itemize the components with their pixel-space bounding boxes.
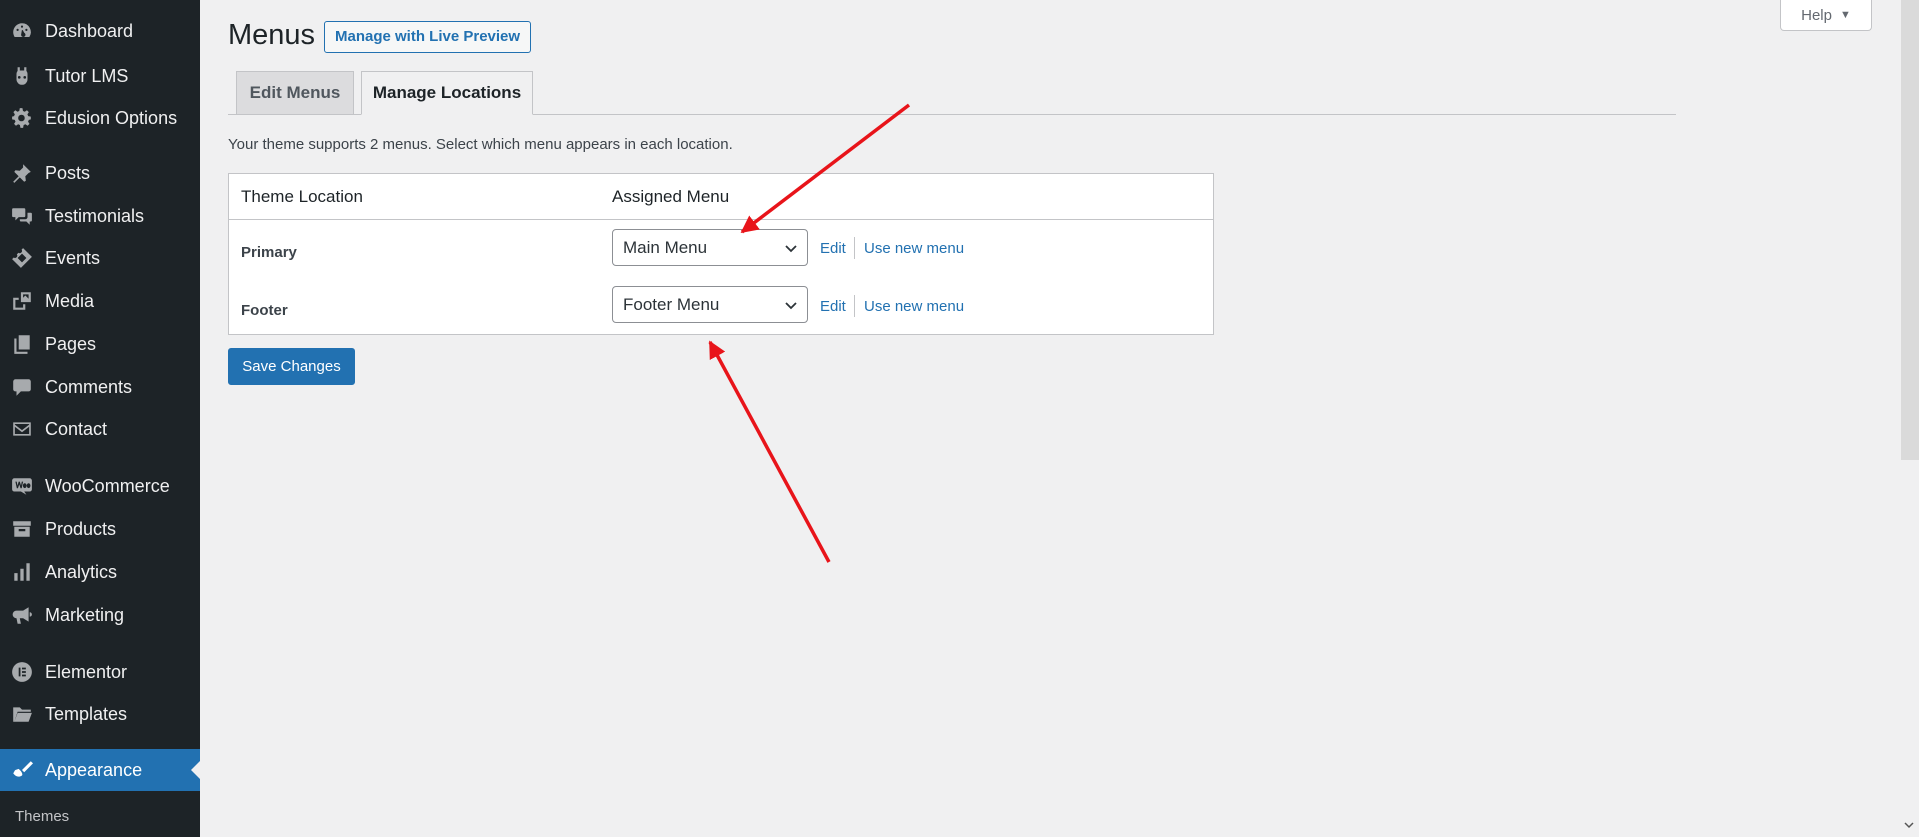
elementor-icon <box>10 660 34 684</box>
sidebar-item-label: Media <box>45 290 95 311</box>
main-content: Menus Manage with Live Preview Help ▼ Ed… <box>200 0 1919 837</box>
footer-menu-select[interactable]: Footer Menu <box>612 286 808 323</box>
intro-text: Your theme supports 2 menus. Select whic… <box>228 136 733 153</box>
media-icon <box>10 289 34 313</box>
page-title: Menus <box>228 19 316 51</box>
sidebar-item-testimonials[interactable]: Testimonials <box>0 195 200 237</box>
megaphone-icon <box>10 603 34 627</box>
sidebar-item-label: Appearance <box>45 759 143 780</box>
selected-value: Footer Menu <box>623 294 720 314</box>
tab-manage-locations[interactable]: Manage Locations <box>361 71 533 115</box>
sidebar-item-label: Templates <box>45 703 128 724</box>
sidebar-item-templates[interactable]: Templates <box>0 693 200 735</box>
help-button[interactable]: Help ▼ <box>1780 0 1872 31</box>
sidebar-item-label: Posts <box>45 162 91 183</box>
bar-chart-icon <box>10 560 34 584</box>
sidebar-item-posts[interactable]: Posts <box>0 152 200 194</box>
brush-icon <box>10 758 34 782</box>
tutor-icon <box>10 64 34 88</box>
sidebar-item-label: Testimonials <box>45 205 145 226</box>
link-separator <box>854 295 855 317</box>
pin-icon <box>10 161 34 185</box>
save-changes-button[interactable]: Save Changes <box>228 348 355 385</box>
dashboard-icon <box>10 19 34 43</box>
help-label: Help <box>1801 6 1832 24</box>
sidebar-item-label: Tutor LMS <box>45 65 129 86</box>
sidebar-item-label: Comments <box>45 376 133 397</box>
chevron-down-icon <box>785 302 797 310</box>
admin-sidebar: Dashboard Tutor LMS Edusion Options Post… <box>0 0 200 837</box>
gear-icon <box>10 106 34 130</box>
woo-icon <box>10 474 34 498</box>
sidebar-item-tutor-lms[interactable]: Tutor LMS <box>0 55 200 97</box>
submenu-item-themes[interactable]: Themes <box>15 808 69 825</box>
sidebar-item-events[interactable]: Events <box>0 237 200 279</box>
sidebar-item-pages[interactable]: Pages <box>0 323 200 365</box>
active-indicator <box>191 761 200 779</box>
sidebar-item-woocommerce[interactable]: WooCommerce <box>0 465 200 507</box>
link-separator <box>854 237 855 259</box>
use-new-menu-footer-link[interactable]: Use new menu <box>864 298 964 315</box>
sidebar-item-label: Contact <box>45 418 108 439</box>
folder-icon <box>10 702 34 726</box>
sidebar-item-label: WooCommerce <box>45 475 170 496</box>
pages-icon <box>10 332 34 356</box>
selected-value: Main Menu <box>623 237 708 257</box>
vertical-scrollbar[interactable] <box>1899 0 1919 837</box>
archive-icon <box>10 517 34 541</box>
column-header-assigned-menu: Assigned Menu <box>612 187 730 206</box>
location-label-footer: Footer <box>241 302 288 319</box>
sidebar-item-elementor[interactable]: Elementor <box>0 651 200 693</box>
edit-footer-menu-link[interactable]: Edit <box>820 298 846 315</box>
mail-icon <box>10 417 34 441</box>
scroll-down-arrow-icon[interactable] <box>1902 818 1916 832</box>
table-header: Theme Location Assigned Menu <box>229 174 1213 220</box>
sidebar-item-label: Analytics <box>45 561 118 582</box>
sidebar-item-label: Products <box>45 518 117 539</box>
manage-live-preview-button[interactable]: Manage with Live Preview <box>324 21 532 53</box>
sidebar-item-label: Edusion Options <box>45 107 178 128</box>
sidebar-item-label: Pages <box>45 333 97 354</box>
primary-menu-select[interactable]: Main Menu <box>612 229 808 266</box>
sidebar-item-label: Marketing <box>45 604 125 625</box>
sidebar-item-products[interactable]: Products <box>0 508 200 550</box>
chat-icon <box>10 204 34 228</box>
sidebar-item-marketing[interactable]: Marketing <box>0 594 200 636</box>
sidebar-item-comments[interactable]: Comments <box>0 366 200 408</box>
menu-locations-table: Theme Location Assigned Menu Primary Mai… <box>228 173 1214 335</box>
caret-down-icon: ▼ <box>1839 9 1851 21</box>
sidebar-item-media[interactable]: Media <box>0 280 200 322</box>
scrollbar-thumb[interactable] <box>1901 0 1919 460</box>
use-new-menu-primary-link[interactable]: Use new menu <box>864 240 964 257</box>
sidebar-item-contact[interactable]: Contact <box>0 408 200 450</box>
sidebar-item-label: Elementor <box>45 661 128 682</box>
sidebar-item-edusion-options[interactable]: Edusion Options <box>0 97 200 139</box>
sidebar-item-analytics[interactable]: Analytics <box>0 551 200 593</box>
sidebar-item-appearance[interactable]: Appearance <box>0 749 200 791</box>
chevron-down-icon <box>785 245 797 253</box>
sidebar-item-dashboard[interactable]: Dashboard <box>0 10 200 52</box>
ticket-icon <box>10 246 34 270</box>
edit-primary-menu-link[interactable]: Edit <box>820 240 846 257</box>
sidebar-item-label: Events <box>45 247 101 268</box>
comment-icon <box>10 375 34 399</box>
column-header-theme-location: Theme Location <box>241 187 363 206</box>
location-label-primary: Primary <box>241 244 297 261</box>
sidebar-item-label: Dashboard <box>45 20 134 41</box>
tab-edit-menus[interactable]: Edit Menus <box>236 71 354 115</box>
